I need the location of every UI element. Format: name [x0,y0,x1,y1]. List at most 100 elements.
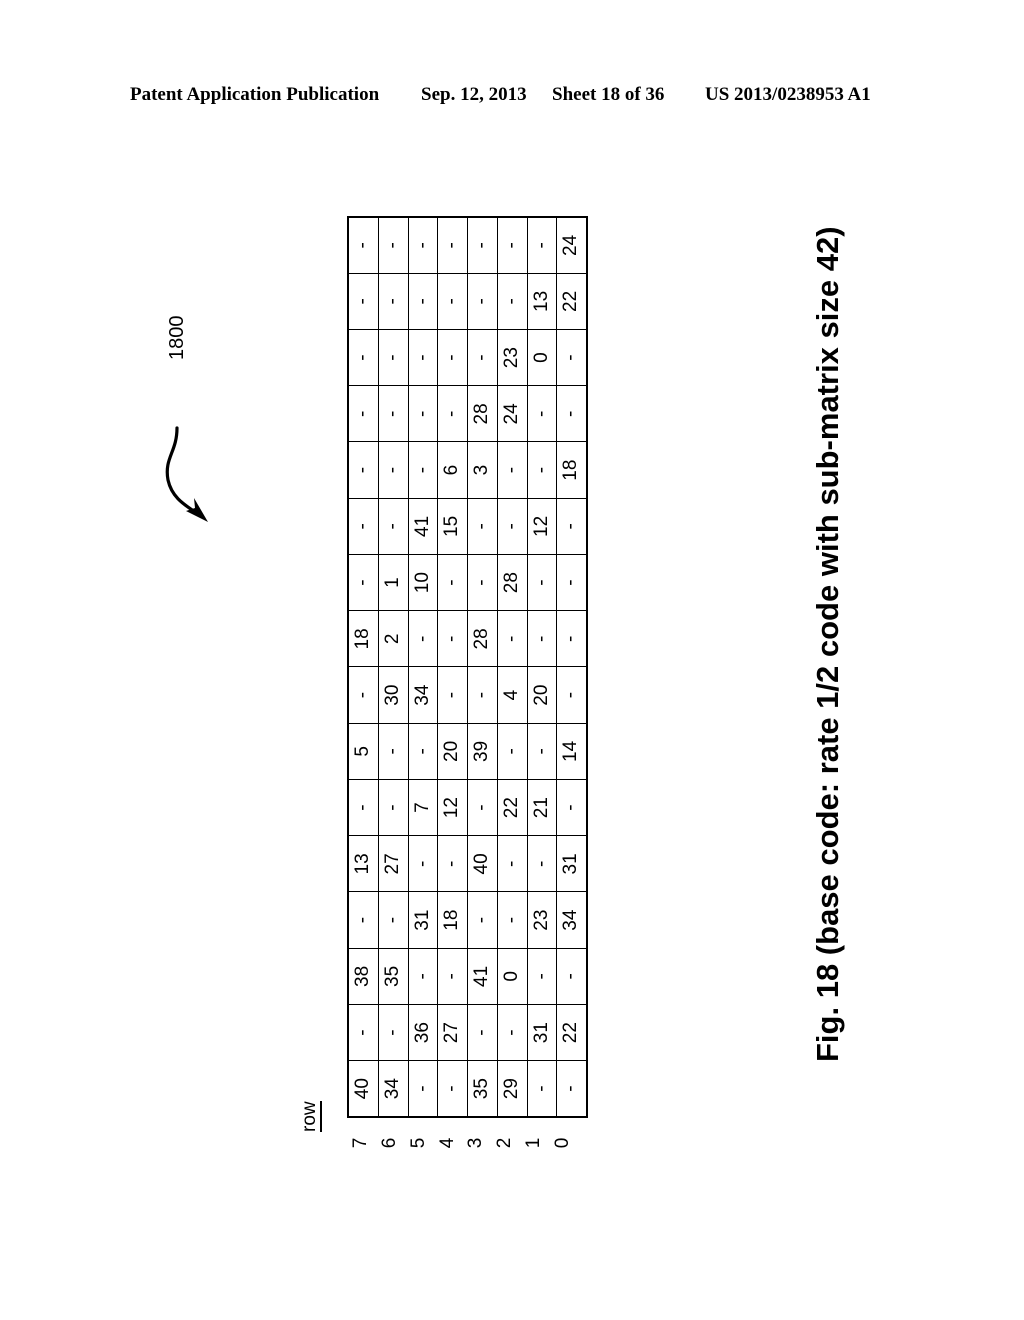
matrix-cell-value: - [411,466,433,474]
matrix-cell-value: - [411,860,433,868]
matrix-cell-value: - [381,354,403,361]
matrix-cell: - [527,554,557,611]
matrix-cell-value: - [381,298,403,305]
matrix-cell-value: 41 [411,515,433,537]
matrix-cell: - [378,442,408,499]
matrix-cell: - [556,1060,587,1117]
matrix-cell-value: 5 [352,746,373,757]
matrix-cell: - [497,610,527,667]
reference-callout: 1800 [150,316,340,540]
matrix-cell: - [467,329,498,386]
matrix-row: - 27 - 18 - 12 20 - - - 15 6 - - - - [437,217,468,1117]
matrix-cell: - [467,498,498,555]
matrix-cell: - [348,442,379,499]
matrix-cell-value: - [500,466,522,474]
matrix-row: 34 - 35 - 27 - - 30 2 1 - - - - - - [378,217,408,1117]
figure-caption: Fig. 18 (base code: rate 1/2 code with s… [810,226,845,1062]
matrix-cell: - [467,554,498,611]
matrix-cell-value: 12 [441,797,463,819]
matrix-cell-value: - [441,242,463,249]
matrix-cell-value: 38 [352,965,373,987]
matrix-cell: 40 [348,1060,379,1117]
matrix-cell: - [527,385,557,442]
matrix-cell-value: 10 [411,572,433,594]
matrix-cell-value: - [411,354,433,361]
matrix-cell-value: 14 [560,740,582,762]
matrix-cell: - [348,385,379,442]
matrix-cell-value: 4 [500,689,522,701]
matrix-cell-value: 36 [411,1022,433,1044]
matrix-cell-value: - [381,410,403,418]
matrix-cell-value: - [471,298,492,305]
matrix-cell: - [556,554,587,611]
matrix-cell: 29 [497,1060,527,1117]
matrix-cell-value: - [441,1085,463,1092]
matrix-cell-value: 15 [441,515,463,537]
matrix-cell: - [378,329,408,386]
matrix-cell-value: 6 [441,464,463,476]
figure-1800: 1800 40-38-13-5-18- - - - - - -34-35-27- -30 2 1-… [0,0,1024,1320]
matrix-cell-value: - [500,298,522,305]
matrix-cell: 31 [527,1004,557,1061]
matrix-cell: 24 [497,385,527,442]
matrix-cell: - [408,948,438,1005]
matrix-cell-value: 22 [560,1022,582,1044]
matrix-cell: - [378,723,408,780]
matrix-cell-value: - [352,804,373,811]
matrix-cell: 28 [467,610,498,667]
matrix-cell: - [408,217,438,274]
matrix-cell: - [497,498,527,555]
matrix-cell-value: - [352,410,373,418]
matrix-cell-value: - [471,691,492,699]
matrix-cell: 38 [348,948,379,1005]
matrix-cell-value: 20 [441,740,463,762]
matrix-cell: 28 [467,385,498,442]
matrix-cell-value: - [411,748,433,755]
matrix-cell: - [556,385,587,442]
row-label-3: 3 [465,1137,487,1149]
matrix-cell-value: - [441,298,463,305]
matrix-cell: 36 [408,1004,438,1061]
row-axis-title: row [299,1101,322,1132]
matrix-cell: 34 [408,667,438,724]
matrix-row: - 36 - 31 - 7 - 34 - 10 41 - - - - - [408,217,438,1117]
matrix-cell-value: - [441,973,463,980]
matrix-cell-value: - [352,523,373,530]
matrix-cell: 2 [378,610,408,667]
matrix-cell: 34 [556,892,587,949]
matrix-cell-value: - [411,242,433,249]
leader-arrow-icon [165,426,208,522]
matrix-cell-value: 30 [381,684,403,706]
matrix-cell-value: - [560,354,582,361]
matrix-cell: - [408,329,438,386]
matrix-cell-value: - [352,242,373,249]
matrix-cell: - [378,217,408,274]
matrix-cell: - [467,892,498,949]
matrix-cell-value: 29 [500,1078,522,1100]
matrix-cell-value: - [560,691,582,699]
matrix-cell-value: - [441,579,463,586]
row-label-2: 2 [494,1137,516,1149]
matrix-cell-value: 21 [530,797,552,819]
matrix-cell-value: - [381,242,403,249]
matrix-cell-value: - [560,1085,582,1092]
matrix-cell: 35 [378,948,408,1005]
matrix-cell: - [527,1060,557,1117]
matrix-cell: - [408,385,438,442]
matrix-cell: - [556,948,587,1005]
matrix-cell: - [437,948,468,1005]
matrix-cell: 22 [556,1004,587,1061]
matrix-cell: 20 [527,667,557,724]
matrix-cell-value: 28 [471,403,492,425]
matrix-cell-value: - [560,804,582,811]
matrix-cell-value: 13 [530,290,552,312]
matrix-cell: 22 [556,273,587,330]
matrix-cell-value: - [352,579,373,586]
matrix-cell: 22 [497,779,527,836]
matrix-cell: - [348,779,379,836]
matrix-cell-value: 28 [471,628,492,650]
matrix-cell: - [467,273,498,330]
matrix-cell-value: - [471,242,492,249]
matrix-cell-value: 23 [500,347,522,369]
matrix-cell: - [437,554,468,611]
